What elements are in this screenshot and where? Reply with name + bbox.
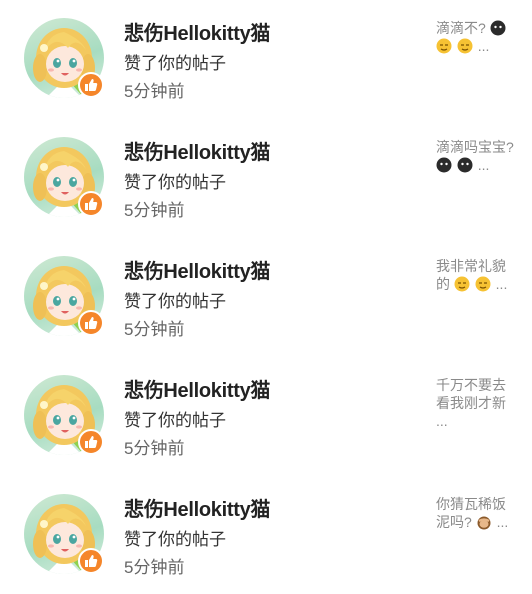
notification-item[interactable]: 悲伤Hellokitty猫 赞了你的帖子 5分钟前 滴滴不? ...: [0, 0, 532, 118]
user-name[interactable]: 悲伤Hellokitty猫: [124, 374, 270, 403]
action-text: 赞了你的帖子: [124, 173, 226, 192]
dark-face-emoji-icon: [436, 157, 452, 173]
post-preview[interactable]: 我非常礼貌的 ...: [436, 257, 518, 293]
thumbs-up-icon: [78, 191, 104, 217]
preview-text: 滴滴吗宝宝?: [436, 139, 514, 155]
user-name[interactable]: 悲伤Hellokitty猫: [124, 493, 270, 522]
thumbs-up-icon: [78, 429, 104, 455]
preview-text: 你猜瓦稀饭泥吗?: [436, 496, 506, 530]
post-preview[interactable]: 千万不要去看我刚才新 ...: [436, 376, 518, 430]
timestamp: 5分钟前: [124, 558, 185, 577]
yellow-face-emoji-icon: [436, 38, 452, 54]
timestamp: 5分钟前: [124, 439, 185, 458]
timestamp: 5分钟前: [124, 201, 185, 220]
timestamp: 5分钟前: [124, 82, 185, 101]
action-text: 赞了你的帖子: [124, 54, 226, 73]
dark-face-emoji-icon: [457, 157, 473, 173]
notification-list: 悲伤Hellokitty猫 赞了你的帖子 5分钟前 滴滴不? ... 悲伤Hel…: [0, 0, 532, 585]
action-text: 赞了你的帖子: [124, 292, 226, 311]
preview-ellipsis: ...: [436, 413, 448, 429]
dark-face-emoji-icon: [490, 20, 506, 36]
thumbs-up-icon: [78, 310, 104, 336]
notification-item[interactable]: 悲伤Hellokitty猫 赞了你的帖子 5分钟前 你猜瓦稀饭泥吗? ...: [0, 476, 532, 594]
user-name[interactable]: 悲伤Hellokitty猫: [124, 255, 270, 284]
notification-item[interactable]: 悲伤Hellokitty猫 赞了你的帖子 5分钟前 我非常礼貌的 ...: [0, 238, 532, 356]
preview-text: 滴滴不?: [436, 20, 486, 36]
preview-ellipsis: ...: [495, 276, 508, 292]
yellow-face-emoji-icon: [454, 276, 470, 292]
post-preview[interactable]: 你猜瓦稀饭泥吗? ...: [436, 495, 518, 531]
monkey-face-emoji-icon: [477, 516, 491, 530]
notification-item[interactable]: 悲伤Hellokitty猫 赞了你的帖子 5分钟前 滴滴吗宝宝? ...: [0, 119, 532, 237]
action-text: 赞了你的帖子: [124, 530, 226, 549]
post-preview[interactable]: 滴滴不? ...: [436, 19, 518, 55]
user-name[interactable]: 悲伤Hellokitty猫: [124, 136, 270, 165]
thumbs-up-icon: [78, 72, 104, 98]
thumbs-up-icon: [78, 548, 104, 574]
preview-ellipsis: ...: [477, 38, 490, 54]
user-name[interactable]: 悲伤Hellokitty猫: [124, 17, 270, 46]
yellow-face-emoji-icon: [475, 276, 491, 292]
action-text: 赞了你的帖子: [124, 411, 226, 430]
post-preview[interactable]: 滴滴吗宝宝? ...: [436, 138, 518, 174]
preview-ellipsis: ...: [477, 157, 490, 173]
preview-ellipsis: ...: [496, 514, 509, 530]
preview-text: 千万不要去看我刚才新: [436, 377, 506, 411]
timestamp: 5分钟前: [124, 320, 185, 339]
yellow-face-emoji-icon: [457, 38, 473, 54]
notification-item[interactable]: 悲伤Hellokitty猫 赞了你的帖子 5分钟前 千万不要去看我刚才新 ...: [0, 357, 532, 475]
